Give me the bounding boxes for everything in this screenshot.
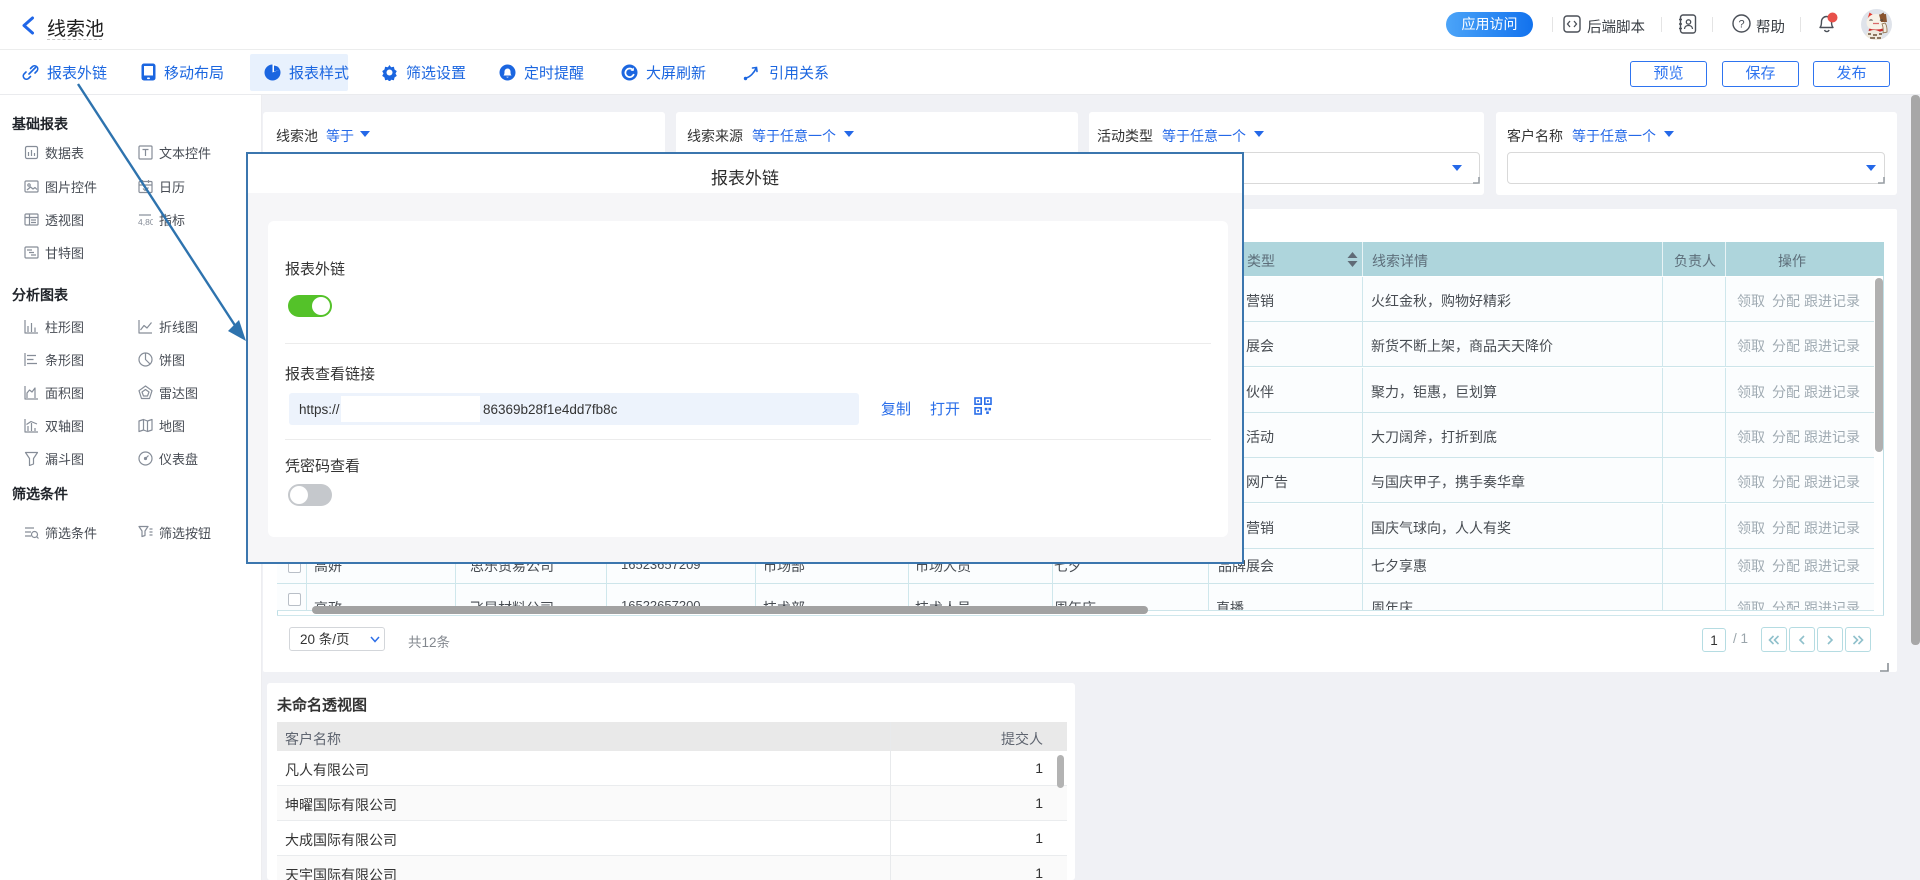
svg-text:4,80: 4,80 — [138, 217, 153, 227]
svg-text:?: ? — [1738, 19, 1744, 31]
